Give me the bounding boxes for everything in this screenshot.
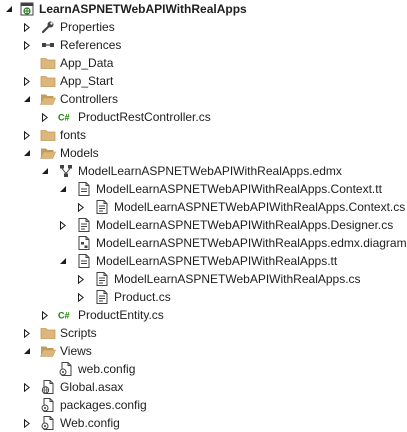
open-folder-icon [40, 342, 56, 360]
tree-item-label: Scripts [60, 326, 97, 340]
folder-icon [40, 324, 56, 342]
tree-item-modellearnaspnetwebapiwithrealapps-context-cs[interactable]: ModelLearnASPNETWebAPIWithRealApps.Conte… [0, 198, 407, 216]
tree-item-productrestcontroller-cs[interactable]: C# ProductRestController.cs [0, 108, 407, 126]
collapse-arrow-icon[interactable] [22, 90, 32, 108]
expand-arrow-icon[interactable] [22, 324, 32, 342]
expand-arrow-icon[interactable] [40, 108, 50, 126]
tree-item-learnaspnetwebapiwithrealapps[interactable]: LearnASPNETWebAPIWithRealApps [0, 0, 407, 18]
collapse-arrow-icon[interactable] [58, 180, 68, 198]
tree-item-modellearnaspnetwebapiwithrealapps-context-tt[interactable]: ModelLearnASPNETWebAPIWithRealApps.Conte… [0, 180, 407, 198]
collapse-arrow-icon[interactable] [22, 342, 32, 360]
code-file-icon [94, 198, 110, 216]
expand-arrow-icon[interactable] [22, 126, 32, 144]
wrench-icon [40, 18, 56, 36]
tree-item-label: Controllers [60, 92, 119, 106]
collapse-arrow-icon[interactable] [4, 0, 14, 18]
collapse-arrow-icon[interactable] [22, 144, 32, 162]
code-file-icon [76, 216, 92, 234]
tree-item-label: ModelLearnASPNETWebAPIWithRealApps.Desig… [96, 218, 394, 232]
config-file-icon [58, 360, 74, 378]
solution-explorer-tree: LearnASPNETWebAPIWithRealApps Properties R… [0, 0, 407, 432]
edmx-model-icon [58, 162, 74, 180]
tree-item-label: ModelLearnASPNETWebAPIWithRealApps.cs [114, 272, 361, 286]
expand-arrow-icon[interactable] [22, 414, 32, 432]
web-project-icon [19, 0, 35, 18]
tree-item-app-start[interactable]: App_Start [0, 72, 407, 90]
tree-item-label: LearnASPNETWebAPIWithRealApps [39, 2, 247, 16]
config-file-icon [40, 396, 56, 414]
tree-item-label: App_Data [60, 56, 114, 70]
collapse-arrow-icon[interactable] [40, 162, 50, 180]
tree-item-modellearnaspnetwebapiwithrealapps-cs[interactable]: ModelLearnASPNETWebAPIWithRealApps.cs [0, 270, 407, 288]
tree-item-label: fonts [60, 128, 87, 142]
tree-item-web-config[interactable]: web.config [0, 360, 407, 378]
tree-item-label: ModelLearnASPNETWebAPIWithRealApps.tt [96, 254, 338, 268]
tree-item-models[interactable]: Models [0, 144, 407, 162]
expand-arrow-icon[interactable] [22, 36, 32, 54]
tree-item-label: web.config [78, 362, 136, 376]
tree-item-views[interactable]: Views [0, 342, 407, 360]
expand-arrow-icon[interactable] [22, 72, 32, 90]
tree-item-modellearnaspnetwebapiwithrealapps-tt[interactable]: ModelLearnASPNETWebAPIWithRealApps.tt [0, 252, 407, 270]
tree-item-label: ProductEntity.cs [78, 308, 164, 322]
code-file-icon [94, 288, 110, 306]
global-asax-icon [40, 378, 56, 396]
tree-item-label: ModelLearnASPNETWebAPIWithRealApps.Conte… [96, 182, 382, 196]
tree-item-product-cs[interactable]: Product.cs [0, 288, 407, 306]
tree-item-modellearnaspnetwebapiwithrealapps-edmx[interactable]: ModelLearnASPNETWebAPIWithRealApps.edmx [0, 162, 407, 180]
tree-item-label: Product.cs [114, 290, 171, 304]
tree-item-label: Global.asax [60, 380, 124, 394]
text-template-icon [76, 252, 92, 270]
config-file-icon [40, 414, 56, 432]
tree-item-label: App_Start [60, 74, 114, 88]
tree-item-label: Views [60, 344, 92, 358]
tree-item-scripts[interactable]: Scripts [0, 324, 407, 342]
folder-icon [40, 54, 56, 72]
tree-item-label: ModelLearnASPNETWebAPIWithRealApps.edmx.… [96, 236, 407, 250]
tree-item-label: Models [60, 146, 99, 160]
open-folder-icon [40, 144, 56, 162]
expand-arrow-icon[interactable] [76, 198, 86, 216]
open-folder-icon [40, 90, 56, 108]
code-file-icon [94, 270, 110, 288]
folder-icon [40, 72, 56, 90]
tree-item-label: packages.config [60, 398, 147, 412]
collapse-arrow-icon[interactable] [58, 252, 68, 270]
tree-item-global-asax[interactable]: Global.asax [0, 378, 407, 396]
expand-arrow-icon[interactable] [76, 288, 86, 306]
tree-item-label: Web.config [60, 416, 120, 430]
tree-item-label: Properties [60, 20, 115, 34]
tree-item-properties[interactable]: Properties [0, 18, 407, 36]
tree-item-label: ModelLearnASPNETWebAPIWithRealApps.Conte… [114, 200, 406, 214]
tree-item-controllers[interactable]: Controllers [0, 90, 407, 108]
tree-item-references[interactable]: References [0, 36, 407, 54]
tree-item-productentity-cs[interactable]: C# ProductEntity.cs [0, 306, 407, 324]
csharp-icon: C# [58, 108, 74, 126]
tree-item-web-config[interactable]: Web.config [0, 414, 407, 432]
diagram-file-icon [76, 234, 92, 252]
expand-arrow-icon[interactable] [22, 378, 32, 396]
tree-item-label: ModelLearnASPNETWebAPIWithRealApps.edmx [78, 164, 342, 178]
text-template-icon [76, 180, 92, 198]
tree-item-modellearnaspnetwebapiwithrealapps-designer-cs[interactable]: ModelLearnASPNETWebAPIWithRealApps.Desig… [0, 216, 407, 234]
tree-item-label: ProductRestController.cs [78, 110, 211, 124]
references-icon [40, 36, 56, 54]
tree-item-app-data[interactable]: App_Data [0, 54, 407, 72]
svg-text:C#: C# [58, 113, 70, 123]
tree-item-packages-config[interactable]: packages.config [0, 396, 407, 414]
svg-text:C#: C# [58, 311, 70, 321]
csharp-icon: C# [58, 306, 74, 324]
expand-arrow-icon[interactable] [76, 270, 86, 288]
expand-arrow-icon[interactable] [58, 216, 68, 234]
expand-arrow-icon[interactable] [22, 18, 32, 36]
expand-arrow-icon[interactable] [40, 306, 50, 324]
tree-item-modellearnaspnetwebapiwithrealapps-edmx-diagram[interactable]: ModelLearnASPNETWebAPIWithRealApps.edmx.… [0, 234, 407, 252]
folder-icon [40, 126, 56, 144]
tree-item-fonts[interactable]: fonts [0, 126, 407, 144]
tree-item-label: References [60, 38, 122, 52]
